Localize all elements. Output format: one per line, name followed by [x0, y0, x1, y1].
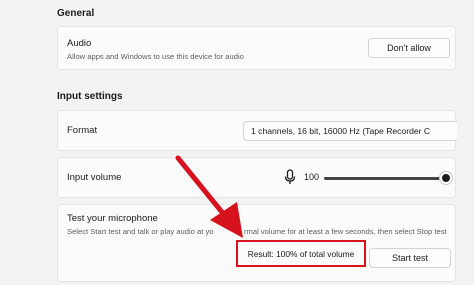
input-volume-card: Input volume 100 [57, 157, 456, 198]
general-heading: General [57, 8, 95, 19]
input-volume-slider-thumb[interactable] [440, 172, 452, 184]
input-volume-value: 100 [304, 172, 320, 182]
test-result-text: Result: 100% of total volume [247, 248, 355, 259]
microphone-icon[interactable] [284, 169, 296, 185]
format-selected-value: 1 channels, 16 bit, 16000 Hz (Tape Recor… [251, 126, 431, 136]
test-mic-description-end: rmal volume for at least a few seconds, … [244, 227, 447, 236]
result-highlight-box: Result: 100% of total volume [236, 240, 366, 267]
input-settings-heading: Input settings [57, 91, 123, 102]
input-volume-title: Input volume [67, 172, 122, 183]
format-card: Format 1 channels, 16 bit, 16000 Hz (Tap… [57, 110, 457, 151]
audio-card: Audio Allow apps and Windows to use this… [57, 26, 456, 70]
input-volume-slider[interactable] [324, 177, 448, 180]
test-mic-title: Test your microphone [67, 213, 158, 224]
start-test-button[interactable]: Start test [369, 248, 451, 268]
audio-description: Allow apps and Windows to use this devic… [67, 52, 244, 61]
dont-allow-button[interactable]: Don't allow [368, 38, 450, 58]
annotation-arrow-icon [175, 155, 243, 238]
audio-title: Audio [67, 38, 92, 49]
format-dropdown[interactable]: 1 channels, 16 bit, 16000 Hz (Tape Recor… [243, 121, 457, 141]
format-title: Format [67, 125, 98, 136]
